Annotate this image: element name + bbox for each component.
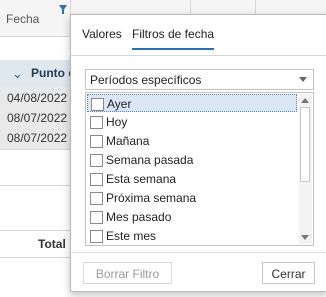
group-row[interactable]: ⌄ Punto d: [0, 60, 71, 88]
checkbox[interactable]: [90, 192, 103, 205]
list-item-label: Esta semana: [106, 172, 177, 186]
list-item-label: Semana pasada: [106, 153, 194, 167]
checkbox[interactable]: [90, 135, 103, 148]
list-item-label: Mañana: [106, 134, 150, 148]
list-item[interactable]: Ayer: [87, 94, 297, 112]
date-filter-popup: Valores Filtros de fecha Períodos especí…: [70, 14, 326, 292]
total-row: Total: [0, 230, 70, 258]
checkbox[interactable]: [91, 98, 104, 111]
tab-valores[interactable]: Valores: [82, 27, 122, 41]
list-item-label: Mes pasado: [106, 210, 172, 224]
checkbox[interactable]: [90, 116, 103, 129]
filter-icon[interactable]: [59, 5, 67, 14]
checkbox[interactable]: [90, 211, 103, 224]
list-item-label: Próxima semana: [106, 191, 197, 205]
clear-filter-button[interactable]: Borrar Filtro: [83, 262, 172, 284]
list-item[interactable]: Mes pasado: [87, 208, 297, 226]
grid-divider: [0, 185, 70, 186]
period-mode-value: Períodos específicos: [90, 73, 202, 87]
list-item[interactable]: Semana pasada: [87, 151, 297, 169]
scroll-down-icon[interactable]: [301, 235, 309, 240]
checkbox[interactable]: [90, 154, 103, 167]
scrollbar-thumb[interactable]: [300, 107, 310, 182]
group-row-label: Punto d: [31, 66, 71, 80]
close-button[interactable]: Cerrar: [262, 262, 315, 284]
tab-filtros-de-fecha[interactable]: Filtros de fecha: [132, 27, 215, 50]
list-item-label: Este mes: [106, 229, 157, 243]
list-item[interactable]: Esta semana: [87, 170, 297, 188]
checkbox[interactable]: [90, 230, 103, 243]
list-item-label: Hoy: [106, 115, 128, 129]
date-cell: 08/07/2022: [7, 131, 68, 145]
fecha-column-header[interactable]: Fecha: [6, 12, 39, 26]
date-cell: 04/08/2022: [7, 91, 68, 105]
scroll-up-icon[interactable]: [301, 98, 309, 103]
footer-divider: [71, 252, 326, 253]
list-item[interactable]: Mañana: [87, 132, 297, 150]
list-item[interactable]: Próxima semana: [87, 189, 297, 207]
list-item[interactable]: Hoy: [87, 113, 297, 131]
table-row[interactable]: 08/07/2022: [0, 127, 70, 150]
period-list: Ayer Hoy Mañana Semana pasada Esta seman…: [85, 92, 314, 246]
date-cell: 08/07/2022: [7, 111, 68, 125]
chevron-down-icon[interactable]: [299, 77, 307, 82]
scrollbar[interactable]: [299, 94, 312, 244]
total-label: Total: [38, 237, 66, 251]
list-item-label: Ayer: [107, 97, 132, 111]
list-item[interactable]: Este mes: [87, 227, 297, 245]
period-mode-select[interactable]: Períodos específicos: [85, 69, 314, 90]
checkbox[interactable]: [90, 173, 103, 186]
chevron-down-icon[interactable]: ⌄: [12, 66, 23, 82]
filter-tabs: Valores Filtros de fecha: [71, 15, 326, 56]
